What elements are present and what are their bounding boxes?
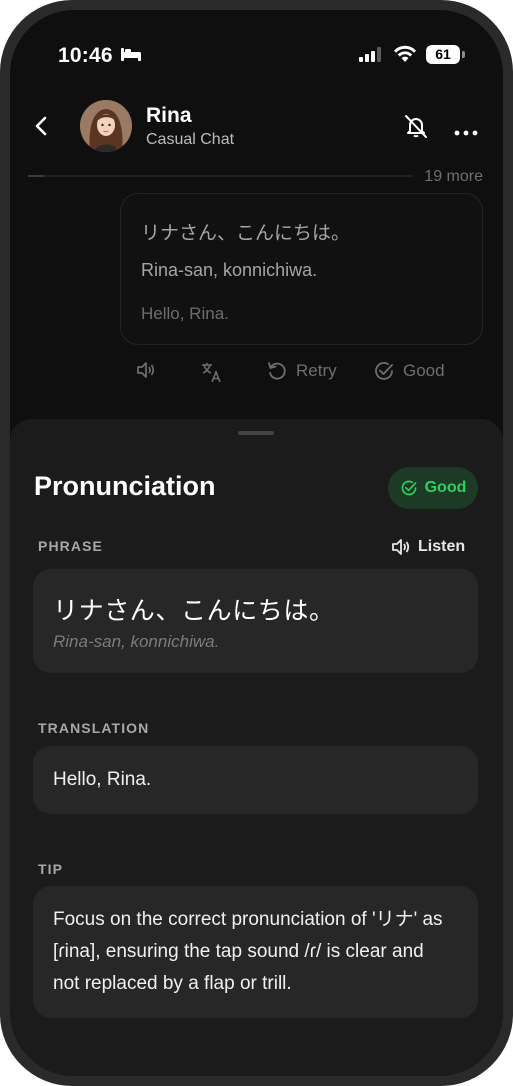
screen: 10:46 61 Rina Casual Chat 19 more リナさん、こ… xyxy=(10,10,503,1076)
message-romaji: Rina-san, konnichiwa. xyxy=(141,260,318,280)
check-circle-icon xyxy=(375,362,393,380)
history-marker xyxy=(28,175,44,177)
chat-header: Rina Casual Chat xyxy=(10,90,503,170)
cellular-signal-icon xyxy=(359,47,383,67)
rating-label: Good xyxy=(424,479,467,496)
speaker-icon xyxy=(392,539,410,555)
contact-name: Rina xyxy=(146,104,192,127)
retry-icon xyxy=(268,362,286,380)
translate-icon xyxy=(202,363,221,383)
phrase-japanese: リナさん、こんにちは。 xyxy=(53,597,335,625)
translate-button[interactable] xyxy=(200,360,232,384)
translation-text: Hello, Rina. xyxy=(53,769,152,790)
good-label: Good xyxy=(403,361,445,380)
avatar[interactable] xyxy=(80,100,132,152)
listen-button[interactable]: Listen xyxy=(390,537,465,557)
chat-mode-label: Casual Chat xyxy=(146,131,235,148)
check-circle-icon xyxy=(401,480,416,496)
battery-cap xyxy=(462,51,465,58)
play-audio-button[interactable] xyxy=(135,360,165,380)
tip-card: Focus on the correct pronunciation of 'リ… xyxy=(33,886,478,1018)
message-actions: Retry Good xyxy=(10,360,503,394)
status-time: 10:46 xyxy=(58,44,113,67)
listen-label: Listen xyxy=(418,538,466,555)
phrase-romaji: Rina-san, konnichiwa. xyxy=(53,632,220,651)
pronunciation-sheet: Pronunciation Good PHRASE Listen リナさん、こん… xyxy=(10,419,503,1076)
translation-label: TRANSLATION xyxy=(38,720,150,736)
message-bubble[interactable]: リナさん、こんにちは。 Rina-san, konnichiwa. Hello,… xyxy=(120,193,483,345)
phone-frame: 10:46 61 Rina Casual Chat 19 more リナさん、こ… xyxy=(0,0,513,1086)
battery-level: 61 xyxy=(426,45,460,64)
speaker-icon xyxy=(137,362,155,378)
phrase-label: PHRASE xyxy=(38,538,103,554)
retry-label: Retry xyxy=(296,361,337,380)
more-options-icon[interactable] xyxy=(454,123,478,141)
rating-badge: Good xyxy=(388,467,478,509)
translation-card: Hello, Rina. xyxy=(33,746,478,814)
retry-button[interactable]: Retry xyxy=(266,360,337,382)
sheet-title: Pronunciation xyxy=(34,471,216,501)
more-messages-count[interactable]: 19 more xyxy=(424,168,483,186)
sheet-drag-handle[interactable] xyxy=(238,431,274,435)
back-chevron-icon[interactable] xyxy=(32,114,52,143)
good-button[interactable]: Good xyxy=(373,360,445,382)
phrase-card: リナさん、こんにちは。 Rina-san, konnichiwa. xyxy=(33,569,478,673)
message-japanese: リナさん、こんにちは。 xyxy=(141,223,351,244)
status-bar: 10:46 61 xyxy=(10,10,503,90)
tip-label: TIP xyxy=(38,861,64,877)
notifications-off-icon[interactable] xyxy=(402,112,430,145)
wifi-icon xyxy=(393,45,417,68)
sleep-focus-icon xyxy=(120,46,142,67)
tip-text: Focus on the correct pronunciation of 'リ… xyxy=(53,909,443,994)
message-english: Hello, Rina. xyxy=(141,304,229,323)
history-line xyxy=(28,175,413,177)
